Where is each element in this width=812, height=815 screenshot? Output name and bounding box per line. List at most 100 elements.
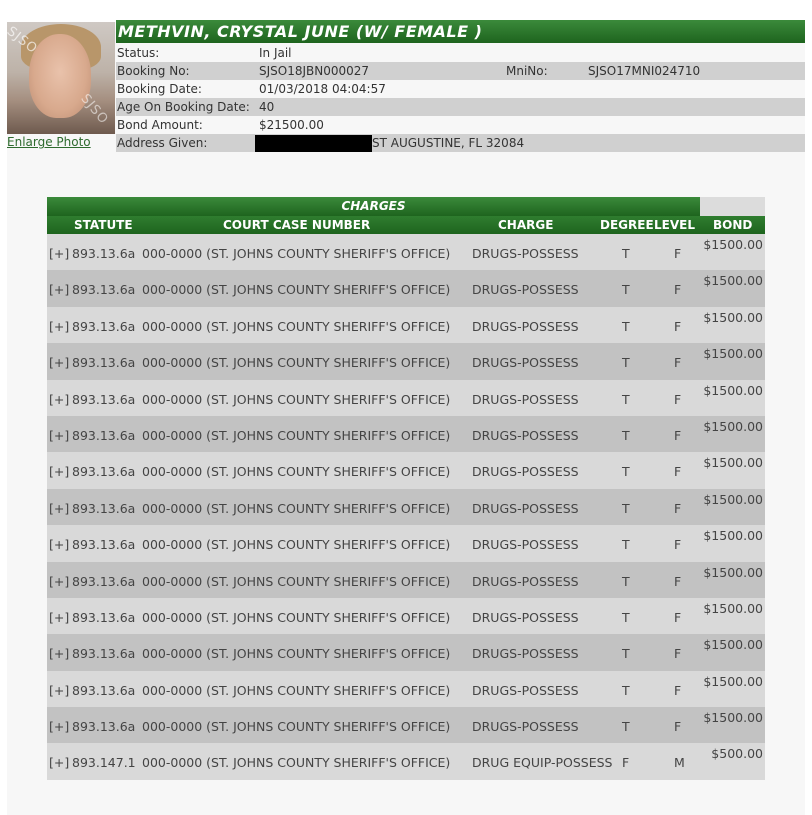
charge-bond: $1500.00 [703, 309, 763, 325]
charge-row: [+] 893.13.6a 000-0000 (ST. JOHNS COUNTY S… [47, 379, 765, 416]
bond-row: Bond Amount: $21500.00 [116, 116, 805, 134]
charge-row: [+] 893.147.1 000-0000 (ST. JOHNS COUNTY S… [47, 743, 765, 780]
charge-bond: $1500.00 [703, 237, 763, 252]
expand-toggle[interactable]: [+] [49, 537, 69, 552]
charge-row: [+] 893.13.6a 000-0000 (ST. JOHNS COUNTY S… [47, 634, 765, 671]
charge-level: F [674, 282, 682, 298]
charge-bond: $1500.00 [703, 564, 763, 580]
charge-statute: 893.13.6a [72, 646, 136, 662]
expand-toggle[interactable]: [+] [49, 574, 69, 589]
charge-degree: T [622, 355, 630, 371]
charge-case-number: 000-0000 (ST. JOHNS COUNTY SHERIFF'S OFF… [142, 609, 451, 625]
header-charge: CHARGE [498, 218, 554, 232]
charge-description: DRUGS-POSSESS [472, 719, 579, 735]
charge-bond: $1500.00 [703, 710, 763, 726]
charge-case-number: 000-0000 (ST. JOHNS COUNTY SHERIFF'S OFF… [142, 427, 451, 443]
booking-date-row: Booking Date: 01/03/2018 04:04:57 [116, 80, 805, 98]
charges-table: CHARGES STATUTE COURT CASE NUMBER CHARGE… [47, 197, 765, 780]
booking-no-value: SJSO18JBN000027 [259, 64, 370, 78]
age-row: Age On Booking Date: 40 [116, 98, 805, 116]
expand-toggle[interactable]: [+] [49, 428, 69, 443]
charge-level: F [674, 464, 682, 480]
expand-toggle[interactable]: [+] [49, 464, 69, 479]
charge-statute: 893.13.6a [72, 246, 136, 261]
charge-degree: T [622, 427, 630, 443]
bond-label: Bond Amount: [117, 118, 203, 132]
booking-photo[interactable]: SJSO SJSO [7, 22, 115, 134]
charge-statute: 893.13.6a [72, 537, 136, 553]
bond-value: $21500.00 [259, 118, 324, 132]
charge-level: F [674, 537, 682, 553]
charge-degree: T [622, 282, 630, 298]
expand-toggle[interactable]: [+] [49, 319, 69, 334]
charge-level: F [674, 246, 682, 261]
expand-toggle[interactable]: [+] [49, 501, 69, 516]
address-row: Address Given: ST AUGUSTINE, FL 32084 [116, 134, 805, 152]
header-level: LEVEL [654, 218, 695, 232]
charge-statute: 893.13.6a [72, 464, 136, 480]
charge-bond: $1500.00 [703, 382, 763, 398]
charge-case-number: 000-0000 (ST. JOHNS COUNTY SHERIFF'S OFF… [142, 318, 451, 334]
expand-toggle[interactable]: [+] [49, 646, 69, 661]
charge-level: F [674, 719, 682, 735]
charge-level: F [674, 609, 682, 625]
charges-title: CHARGES [47, 197, 700, 216]
charge-degree: T [622, 318, 630, 334]
charge-degree: T [622, 464, 630, 480]
expand-toggle[interactable]: [+] [49, 719, 69, 734]
expand-toggle[interactable]: [+] [49, 246, 69, 261]
charge-statute: 893.13.6a [72, 355, 136, 371]
charge-description: DRUGS-POSSESS [472, 537, 579, 553]
mni-value: SJSO17MNI024710 [588, 64, 701, 78]
charge-description: DRUGS-POSSESS [472, 682, 579, 698]
charges-title-pad [700, 197, 765, 216]
charge-degree: T [622, 537, 630, 553]
charge-level: F [674, 500, 682, 516]
charge-row: [+] 893.13.6a 000-0000 (ST. JOHNS COUNTY S… [47, 707, 765, 744]
charge-level: F [674, 355, 682, 371]
charge-level: M [674, 755, 685, 771]
expand-toggle[interactable]: [+] [49, 282, 69, 297]
status-label: Status: [117, 46, 160, 60]
charge-bond: $1500.00 [703, 418, 763, 434]
charge-description: DRUGS-POSSESS [472, 355, 579, 371]
mni-label: MniNo: [506, 64, 548, 78]
charge-row: [+] 893.13.6a 000-0000 (ST. JOHNS COUNTY S… [47, 488, 765, 526]
inmate-info-table: Status: In Jail Booking No: SJSO18JBN000… [116, 44, 805, 152]
header-degree: DEGREE [600, 218, 654, 232]
charge-level: F [674, 318, 682, 334]
charge-case-number: 000-0000 (ST. JOHNS COUNTY SHERIFF'S OFF… [142, 537, 451, 553]
charge-bond: $1500.00 [703, 673, 763, 689]
charge-row: [+] 893.13.6a 000-0000 (ST. JOHNS COUNTY S… [47, 597, 765, 635]
charge-row: [+] 893.13.6a 000-0000 (ST. JOHNS COUNTY S… [47, 452, 765, 489]
charge-degree: T [622, 500, 630, 516]
expand-toggle[interactable]: [+] [49, 392, 69, 407]
charge-degree: T [622, 646, 630, 662]
status-row: Status: In Jail [116, 44, 805, 62]
charge-degree: F [622, 755, 630, 771]
charge-statute: 893.13.6a [72, 682, 136, 698]
charge-case-number: 000-0000 (ST. JOHNS COUNTY SHERIFF'S OFF… [142, 391, 451, 407]
charges-title-row: CHARGES [47, 197, 765, 216]
booking-no-label: Booking No: [117, 64, 190, 78]
charge-case-number: 000-0000 (ST. JOHNS COUNTY SHERIFF'S OFF… [142, 646, 451, 662]
expand-toggle[interactable]: [+] [49, 355, 69, 370]
photo-watermark: SJSO [77, 91, 112, 128]
charge-bond: $1500.00 [703, 637, 763, 653]
charge-description: DRUGS-POSSESS [472, 609, 579, 625]
charge-statute: 893.13.6a [72, 427, 136, 443]
expand-toggle[interactable]: [+] [49, 683, 69, 698]
booking-date-label: Booking Date: [117, 82, 202, 96]
charge-row: [+] 893.13.6a 000-0000 (ST. JOHNS COUNTY S… [47, 525, 765, 562]
charge-bond: $1500.00 [703, 491, 763, 507]
expand-toggle[interactable]: [+] [49, 610, 69, 625]
expand-toggle[interactable]: [+] [49, 755, 69, 770]
charge-case-number: 000-0000 (ST. JOHNS COUNTY SHERIFF'S OFF… [142, 755, 451, 771]
charge-degree: T [622, 682, 630, 698]
charge-case-number: 000-0000 (ST. JOHNS COUNTY SHERIFF'S OFF… [142, 464, 451, 480]
header-bond: BOND [713, 218, 753, 232]
charge-case-number: 000-0000 (ST. JOHNS COUNTY SHERIFF'S OFF… [142, 719, 451, 735]
enlarge-photo-link[interactable]: Enlarge Photo [7, 135, 91, 149]
charge-statute: 893.13.6a [72, 573, 136, 589]
address-label: Address Given: [117, 136, 208, 150]
